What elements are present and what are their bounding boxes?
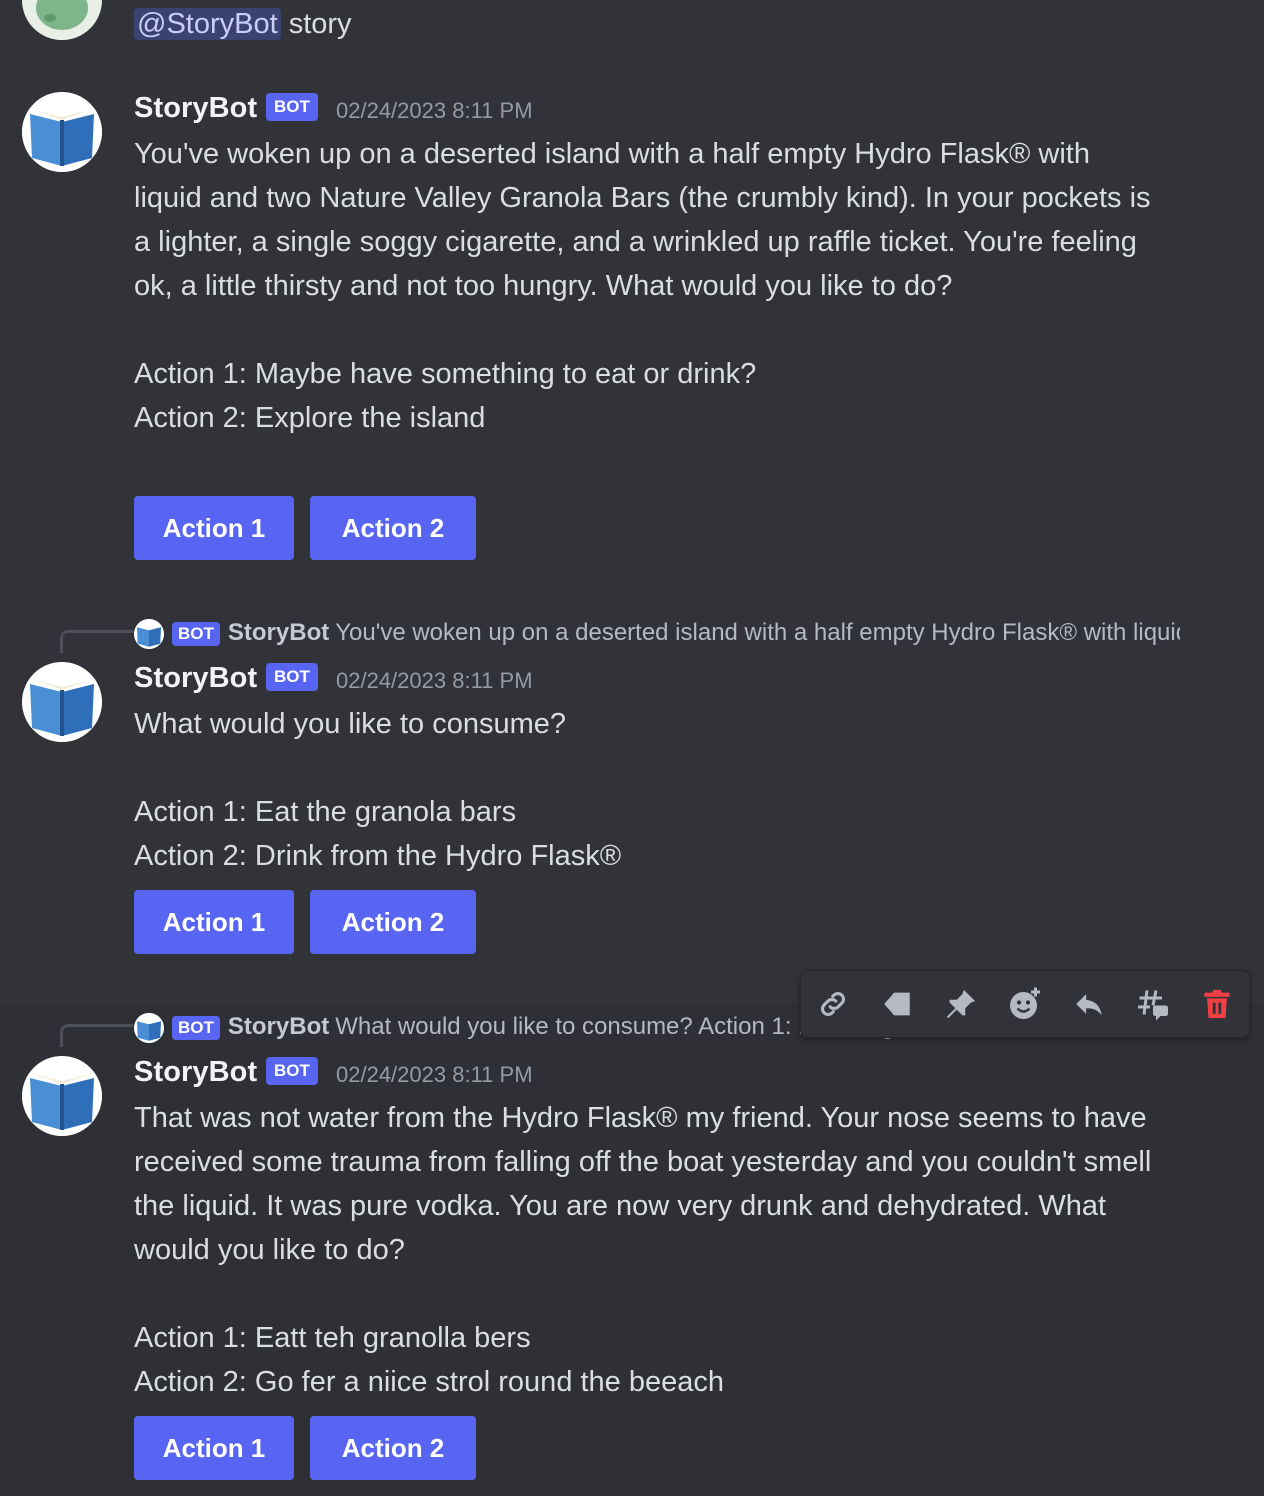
- message-author[interactable]: StoryBot: [134, 662, 257, 695]
- message-content: What would you like to consume? Action 1…: [134, 708, 622, 872]
- action-1-button[interactable]: Action 1: [134, 496, 294, 560]
- delete-icon[interactable]: [1197, 984, 1237, 1024]
- message-author[interactable]: StoryBot: [134, 92, 257, 125]
- message-timestamp[interactable]: 02/24/2023 8:11 PM: [336, 1062, 533, 1088]
- user-avatar[interactable]: [22, 0, 102, 40]
- reply-author[interactable]: StoryBot: [228, 619, 329, 646]
- reply-bot-badge: BOT: [172, 621, 220, 646]
- message-timestamp[interactable]: 02/24/2023 8:11 PM: [336, 98, 533, 124]
- reply-avatar: [134, 1012, 164, 1043]
- message-timestamp[interactable]: 02/24/2023 8:11 PM: [336, 668, 533, 694]
- bot-badge: BOT: [266, 1057, 318, 1085]
- reply-icon[interactable]: [1069, 984, 1109, 1024]
- pin-icon[interactable]: [941, 984, 981, 1024]
- reply-connector: [60, 630, 133, 653]
- tag-icon[interactable]: [877, 984, 917, 1024]
- bot-badge: BOT: [266, 663, 318, 691]
- link-icon[interactable]: [813, 984, 853, 1024]
- reply-bot-badge: BOT: [172, 1015, 220, 1040]
- top-message-text: story: [288, 8, 352, 40]
- action-1-button[interactable]: Action 1: [134, 890, 294, 954]
- top-message-line: @StoryBot story: [134, 2, 352, 46]
- create-thread-icon[interactable]: [1133, 984, 1173, 1024]
- action-2-button[interactable]: Action 2: [310, 496, 476, 560]
- message-author[interactable]: StoryBot: [134, 1056, 257, 1089]
- add-reaction-icon[interactable]: [1005, 984, 1045, 1024]
- action-1-button[interactable]: Action 1: [134, 1416, 294, 1480]
- reply-author[interactable]: StoryBot: [228, 1013, 329, 1040]
- bot-avatar[interactable]: [22, 662, 102, 742]
- message-content: That was not water from the Hydro Flask®…: [134, 1102, 1152, 1398]
- message-hover-toolbar: [800, 970, 1250, 1038]
- reply-avatar: [134, 618, 164, 649]
- bot-badge: BOT: [266, 93, 318, 121]
- bot-avatar[interactable]: [22, 92, 102, 172]
- action-2-button[interactable]: Action 2: [310, 1416, 476, 1480]
- action-2-button[interactable]: Action 2: [310, 890, 476, 954]
- reply-preview[interactable]: You've woken up on a deserted island wit…: [335, 619, 1180, 646]
- message-content: You've woken up on a deserted island wit…: [134, 138, 1151, 434]
- user-mention[interactable]: @StoryBot: [134, 8, 281, 40]
- reply-reference[interactable]: BOT StoryBot You've woken up on a deserted…: [134, 617, 1180, 649]
- reply-connector: [60, 1024, 133, 1047]
- bot-avatar[interactable]: [22, 1056, 102, 1136]
